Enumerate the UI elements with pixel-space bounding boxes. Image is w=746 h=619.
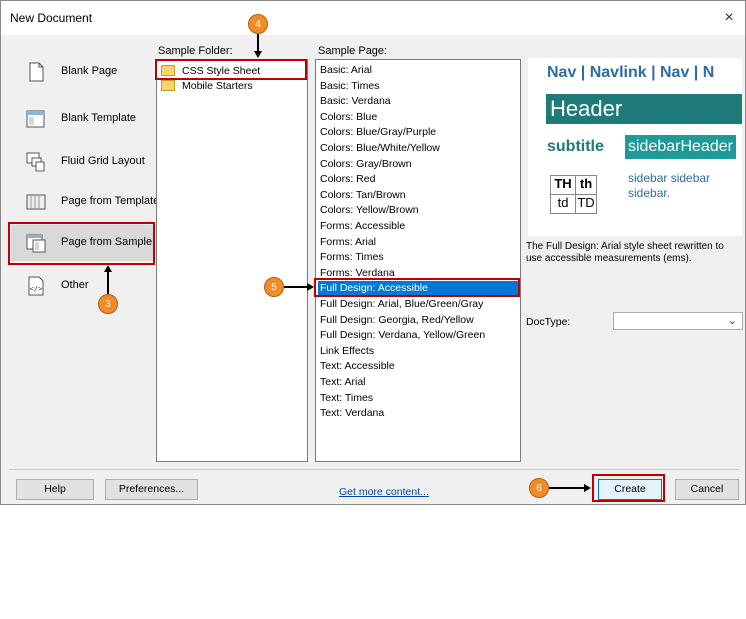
highlight-create-button [592,474,665,502]
category-label: Blank Template [61,112,137,124]
folder-icon [161,79,175,91]
chevron-down-icon: ⌄ [727,315,737,327]
doctype-label: DocType: [526,316,571,328]
category-blank-page[interactable]: Blank Page [11,54,153,90]
sample-page-item[interactable]: Full Design: Arial, Blue/Green/Gray [320,297,483,312]
preview-sidebar-text: sidebar sidebar sidebar. [628,171,710,201]
category-page-from-template[interactable]: Page from Template [11,184,159,220]
sample-page-list[interactable]: Basic: Arial Basic: Times Basic: Verdana Co… [315,59,521,462]
highlight-css-style-sheet [155,59,307,80]
get-more-content-link[interactable]: Get more content... [339,486,429,498]
sample-page-item[interactable]: Basic: Verdana [320,94,391,109]
sample-folder-label: Sample Folder: [158,45,233,57]
sample-page-item[interactable]: Colors: Red [320,172,375,187]
sample-page-item[interactable]: Forms: Arial [320,235,376,250]
sample-page-item[interactable]: Full Design: Verdana, Yellow/Green [320,328,485,343]
category-blank-template[interactable]: Blank Template [11,101,153,137]
sample-page-item[interactable]: Link Effects [320,344,374,359]
preview-td2: TD [575,194,597,214]
sample-page-item[interactable]: Text: Verdana [320,406,384,421]
category-label: Other [61,279,89,291]
sample-page-item[interactable]: Forms: Times [320,250,384,265]
highlight-full-design-accessible [314,278,520,297]
category-label: Blank Page [61,65,118,77]
preview-header: Header [546,94,742,124]
step-badge-5: 5 [264,277,284,297]
arrow-head-right [584,484,591,492]
category-fluid-grid-layout[interactable]: Fluid Grid Layout [11,144,153,180]
other-code-icon: </> [28,276,44,296]
arrow-head-right [307,283,314,291]
sample-page-item[interactable]: Forms: Accessible [320,219,405,234]
sample-page-item[interactable]: Colors: Yellow/Brown [320,203,419,218]
folder-item-label: Mobile Starters [182,80,253,92]
sample-page-item[interactable]: Text: Arial [320,375,366,390]
sample-page-item[interactable]: Colors: Blue [320,110,377,125]
arrow-line [284,286,308,288]
sample-page-item[interactable]: Text: Accessible [320,359,395,374]
svg-text:</>: </> [30,285,43,293]
sample-page-item[interactable]: Basic: Times [320,79,380,94]
sample-description: The Full Design: Arial style sheet rewri… [526,241,724,264]
sample-page-item[interactable]: Colors: Gray/Brown [320,157,412,172]
highlight-page-from-sample [8,222,155,265]
category-other[interactable]: </> Other [11,268,153,304]
blank-page-icon [29,62,44,82]
doctype-select[interactable]: ⌄ [613,312,743,330]
arrow-line [549,487,585,489]
dialog-title: New Document [10,11,93,25]
sample-page-item[interactable]: Basic: Arial [320,63,372,78]
arrow-head-up [104,265,112,272]
sample-page-label: Sample Page: [318,45,388,57]
category-label: Fluid Grid Layout [61,155,145,167]
preview-th1: TH [550,175,576,195]
step-badge-6: 6 [529,478,549,498]
title-bar: New Document × [1,1,745,35]
folder-item-mobile-starters[interactable]: Mobile Starters [161,79,253,94]
sample-folder-list[interactable]: CSS Style Sheet Mobile Starters [156,59,308,462]
step-badge-4: 4 [248,14,268,34]
preview-sidebar-header: sidebarHeader [625,135,736,159]
blank-template-icon [26,110,45,128]
arrow-line [257,34,259,52]
footer-divider [9,469,739,470]
preferences-button[interactable]: Preferences... [105,479,198,500]
step-badge-3: 3 [98,294,118,314]
sample-page-item[interactable]: Colors: Blue/Gray/Purple [320,125,436,140]
category-label: Page from Template [61,195,160,207]
preview-sidebar-line: sidebar sidebar [628,171,711,185]
arrow-head-down [254,51,262,58]
preview-sidebar-line: sidebar. [628,186,671,200]
sample-page-item[interactable]: Colors: Blue/White/Yellow [320,141,440,156]
preview-th2: th [575,175,597,195]
arrow-line [107,272,109,294]
preview-td1: td [550,194,576,214]
preview-nav: Nav | Navlink | Nav | N [547,64,715,81]
sample-page-item[interactable]: Full Design: Georgia, Red/Yellow [320,313,474,328]
fluid-grid-icon [26,152,45,172]
help-button[interactable]: Help [16,479,94,500]
close-icon[interactable]: × [717,8,741,28]
sample-page-item[interactable]: Text: Times [320,391,373,406]
sample-preview: Nav | Navlink | Nav | N Header subtitle … [528,58,742,236]
preview-subtitle: subtitle [547,138,604,155]
cancel-button[interactable]: Cancel [675,479,739,500]
page-from-template-icon [26,194,46,210]
sample-page-item[interactable]: Colors: Tan/Brown [320,188,406,203]
